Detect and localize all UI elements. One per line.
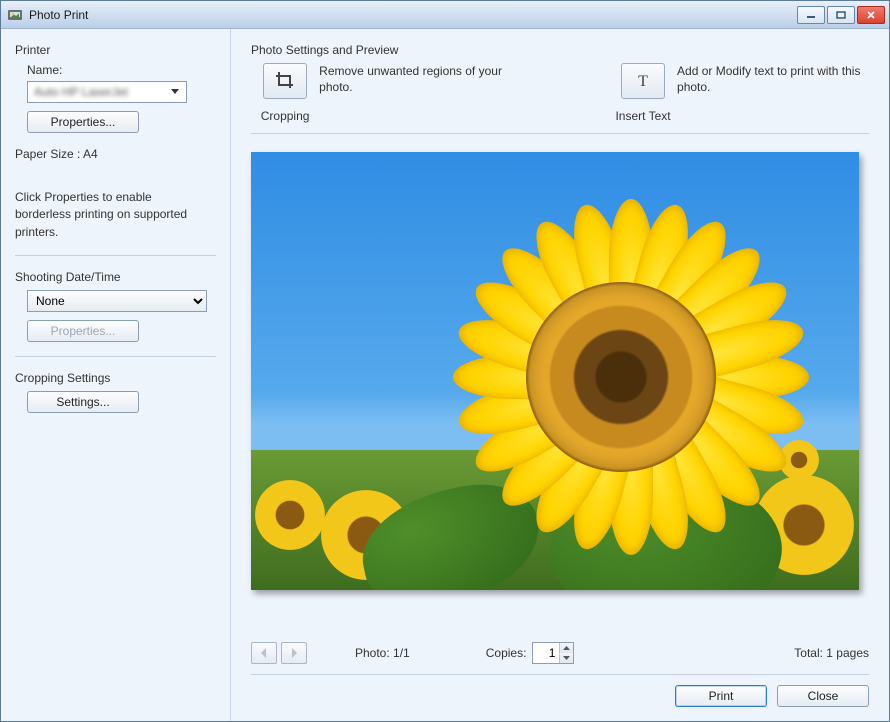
next-photo-button[interactable] <box>281 642 307 664</box>
borderless-hint: Click Properties to enable borderless pr… <box>15 189 216 241</box>
title-bar: Photo Print <box>1 1 889 29</box>
copies-down-button[interactable] <box>560 653 573 663</box>
print-button[interactable]: Print <box>675 685 767 707</box>
printer-name-combo[interactable]: Auto HP LaserJet <box>27 81 187 103</box>
shooting-properties-button[interactable]: Properties... <box>27 320 139 342</box>
copies-up-button[interactable] <box>560 643 573 653</box>
paper-size-label: Paper Size : <box>15 147 80 161</box>
prev-photo-button[interactable] <box>251 642 277 664</box>
preview-area <box>251 134 869 632</box>
preview-footer: Photo: 1/1 Copies: Total: <box>251 632 869 675</box>
sidebar-divider-2 <box>15 356 216 357</box>
printer-section-label: Printer <box>15 43 216 57</box>
shooting-date-combo[interactable]: None <box>27 290 207 312</box>
insert-text-caption: Insert Text <box>615 109 670 123</box>
photo-index: 1/1 <box>393 646 410 660</box>
cropping-section-label: Cropping Settings <box>15 371 216 385</box>
cropping-settings-button[interactable]: Settings... <box>27 391 139 413</box>
photo-print-window: Photo Print Printer Name: Auto HP LaserJ… <box>0 0 890 722</box>
paper-size-row: Paper Size : A4 <box>15 147 216 161</box>
cropping-desc: Remove unwanted regions of your photo. <box>319 63 511 95</box>
main-panel: Photo Settings and Preview Cropp <box>231 29 889 721</box>
close-button[interactable]: Close <box>777 685 869 707</box>
action-row: Print Close <box>251 675 869 707</box>
sidebar: Printer Name: Auto HP LaserJet Propertie… <box>1 29 231 721</box>
cropping-caption: Cropping <box>261 109 310 123</box>
chevron-down-icon <box>168 89 182 95</box>
copies-label: Copies: <box>486 646 527 660</box>
printer-properties-button[interactable]: Properties... <box>27 111 139 133</box>
insert-text-tool-block: T Insert Text Add or Modify text to prin… <box>609 63 869 123</box>
app-icon <box>7 7 23 23</box>
sidebar-divider-1 <box>15 255 216 256</box>
text-icon: T <box>632 70 654 93</box>
cropping-tool-block: Cropping Remove unwanted regions of your… <box>251 63 511 123</box>
copies-spinner[interactable] <box>532 642 574 664</box>
insert-text-tool-button[interactable]: T <box>621 63 665 99</box>
close-window-button[interactable] <box>857 6 885 24</box>
crop-icon <box>274 70 296 93</box>
minimize-button[interactable] <box>797 6 825 24</box>
copies-input[interactable] <box>533 643 559 663</box>
shooting-section-label: Shooting Date/Time <box>15 270 216 284</box>
maximize-button[interactable] <box>827 6 855 24</box>
photo-preview[interactable] <box>251 152 859 590</box>
sunflower-icon <box>441 197 801 557</box>
window-controls <box>797 6 885 24</box>
photo-settings-label: Photo Settings and Preview <box>251 43 869 57</box>
printer-name-value: Auto HP LaserJet <box>34 85 168 99</box>
printer-name-label: Name: <box>27 63 216 77</box>
svg-text:T: T <box>638 73 648 90</box>
insert-text-desc: Add or Modify text to print with this ph… <box>677 63 869 95</box>
total-pages: 1 pages <box>826 646 869 660</box>
tools-row: Cropping Remove unwanted regions of your… <box>251 63 869 134</box>
total-label: Total: <box>794 646 823 660</box>
paper-size-value: A4 <box>83 147 98 161</box>
window-title: Photo Print <box>29 8 797 22</box>
photo-label: Photo: <box>355 646 390 660</box>
cropping-tool-button[interactable] <box>263 63 307 99</box>
